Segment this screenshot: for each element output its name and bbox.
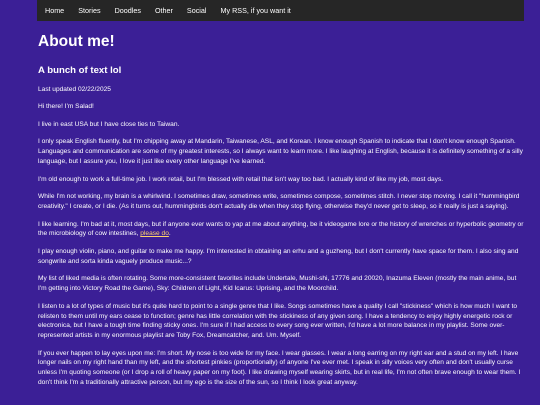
- learning-text: I like learning. I'm bad at it, most day…: [38, 220, 524, 238]
- nav-rss[interactable]: My RSS, if you want it: [221, 6, 291, 15]
- paragraph-creativity: While I'm not working, my brain is a whi…: [38, 193, 520, 210]
- paragraph-languages: I only speak English fluently, but I'm c…: [38, 138, 523, 165]
- nav-social[interactable]: Social: [187, 6, 207, 15]
- nav-stories[interactable]: Stories: [78, 6, 100, 15]
- nav-home[interactable]: Home: [45, 6, 64, 15]
- page-subtitle: A bunch of text lol: [38, 65, 122, 76]
- nav-doodles[interactable]: Doodles: [115, 6, 141, 15]
- paragraph-media: My list of liked media is often rotating…: [38, 275, 517, 293]
- paragraph-job: I'm old enough to work a full-time job. …: [38, 175, 444, 183]
- nav-other[interactable]: Other: [155, 6, 173, 15]
- last-updated: Last updated 02/22/2025: [38, 86, 111, 93]
- paragraph-greeting: Hi there! I'm Salad!: [38, 103, 94, 110]
- paragraph-learning: I like learning. I'm bad at it, most day…: [38, 220, 524, 238]
- paragraph-location: I live in east USA but I have close ties…: [38, 120, 180, 128]
- top-nav: Home Stories Doodles Other Social My RSS…: [37, 0, 524, 21]
- paragraph-appearance: If you ever happen to lay eyes upon me: …: [38, 349, 521, 386]
- paragraph-music: I listen to a lot of types of music but …: [38, 302, 518, 339]
- paragraph-instruments: I play enough violin, piano, and guitar …: [38, 248, 519, 265]
- page-title: About me!: [38, 33, 115, 50]
- please-do-link[interactable]: please do: [140, 230, 169, 237]
- main-content: About me! A bunch of text lol Last updat…: [38, 33, 524, 394]
